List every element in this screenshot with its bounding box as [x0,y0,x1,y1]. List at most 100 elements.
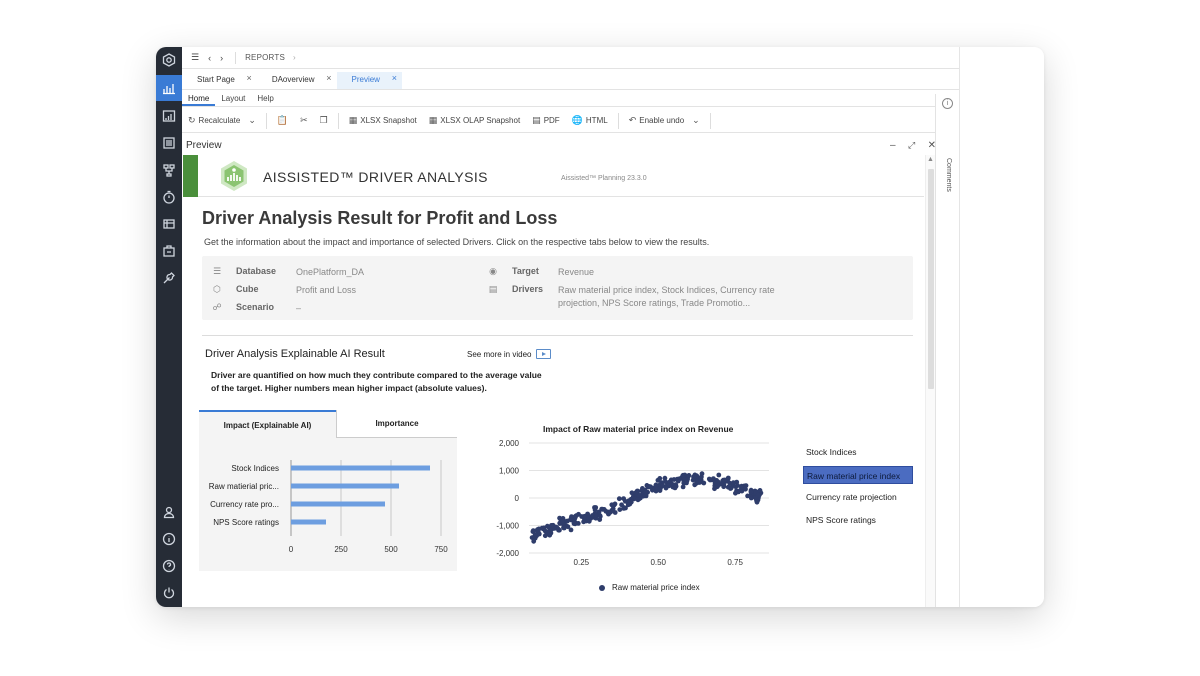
expand-icon[interactable]: ⤢ [908,140,915,151]
bar [291,465,430,471]
location-pin-icon: ◉ [489,266,497,276]
data-point [626,502,631,508]
video-link-label[interactable]: See more in video [467,350,531,359]
x-tick-label: 750 [434,545,448,554]
enable-undo-label: Enable undo [639,116,685,125]
close-icon[interactable]: × [392,73,397,83]
impact-panel: Impact (Explainable AI) Importance 0 250 5… [199,410,457,571]
driver-legend-item[interactable]: Stock Indices [803,443,913,461]
driver-legend-item[interactable]: Currency rate projection [803,488,913,506]
close-icon[interactable]: × [247,73,252,83]
logo-icon[interactable] [156,47,182,73]
comments-side-panel[interactable]: i Comments [935,94,960,607]
breadcrumb[interactable]: REPORTS [245,53,285,62]
series-marker-icon [599,584,605,591]
tab-importance[interactable]: Importance [336,410,457,438]
video-icon[interactable] [536,349,552,359]
x-tick-label: 500 [384,545,398,554]
section-title: Driver Analysis Explainable AI Result [205,348,385,360]
recalculate-button[interactable]: ↻ Recalculate ⌄ [182,115,262,126]
power-icon[interactable] [156,580,182,606]
forward-arrow-icon[interactable]: › [220,53,223,63]
xlsx-snapshot-button[interactable]: ▦ XLSX Snapshot [343,115,423,126]
data-point [755,492,761,498]
data-point [573,514,578,519]
timer-icon[interactable] [156,184,182,210]
data-point [592,507,598,513]
help-icon[interactable] [156,553,182,579]
tab-impact[interactable]: Impact (Explainable AI) [199,410,336,438]
copy-button[interactable]: ❐ [314,115,334,126]
drivers-icon: ▤ [488,284,498,294]
info-icon[interactable] [156,526,182,552]
pdf-button[interactable]: ▤ PDF [526,115,566,126]
chevron-down-icon[interactable]: ⌄ [692,115,700,126]
version-label: Aissisted™ Planning 23.3.0 [561,175,647,182]
back-arrow-icon[interactable]: ‹ [208,53,211,63]
aissisted-logo-icon [221,161,247,191]
wrench-icon[interactable] [156,265,182,291]
data-point [560,518,565,524]
data-point [539,525,545,531]
pdf-label: PDF [543,116,560,125]
menu-help[interactable]: Help [251,90,279,106]
scrollbar-thumb[interactable] [928,169,934,389]
analytics-icon[interactable] [156,75,182,101]
info-icon[interactable]: i [942,98,953,109]
scroll-up-icon[interactable]: ▲ [927,156,934,163]
reports-icon[interactable] [156,103,182,129]
enable-undo-button[interactable]: ↶ Enable undo ⌄ [623,115,706,126]
storage-icon[interactable] [156,211,182,237]
video-link[interactable]: See more in video [467,349,552,359]
list-icon[interactable] [156,130,182,156]
section-divider [202,335,913,336]
menu-layout[interactable]: Layout [215,90,251,106]
driver-legend: Stock Indices Raw material price index C… [803,443,913,533]
data-point [733,490,738,496]
comments-label[interactable]: Comments [945,158,952,192]
menu-home[interactable]: Home [182,90,216,106]
report-content: AISSISTED™ DRIVER ANALYSIS Aissisted™ Pl… [183,155,924,607]
description-line2: of the target. Higher numbers mean highe… [211,383,487,393]
banner-title: AISSISTED™ DRIVER ANALYSIS [263,169,488,185]
hamburger-menu-icon[interactable]: ☰ [191,52,199,63]
tab-daoverview[interactable]: DAoverview × [257,72,337,89]
cut-button[interactable]: ✂ [294,115,314,126]
data-point [531,538,537,544]
close-icon[interactable]: × [326,73,331,83]
data-point [745,493,750,499]
data-point [716,472,722,478]
category-label: Stock Indices [231,464,279,473]
info-cube: ⬡ Cube Profit and Loss [211,284,356,297]
scenario-icon: ☍ [212,302,222,312]
html-button[interactable]: 🌐 HTML [566,115,614,126]
panel-title: Preview [186,139,222,151]
data-point [544,529,550,535]
x-tick-label: 0.75 [727,558,743,567]
minimize-icon[interactable]: – [890,140,896,151]
data-point [722,477,728,483]
app-window: ☰ ‹ › REPORTS › Start Page × DAoverview … [156,47,1044,607]
paste-button[interactable]: 📋 [271,115,294,126]
xlsx-olap-snapshot-button[interactable]: ▦ XLSX OLAP Snapshot [423,115,526,126]
spreadsheet-icon: ▦ [348,115,358,125]
package-icon[interactable] [156,238,182,264]
tab-start-page[interactable]: Start Page × [182,72,257,89]
data-point [698,475,704,480]
hierarchy-icon[interactable] [156,157,182,183]
tab-preview[interactable]: Preview × [336,72,402,89]
driver-legend-item-selected[interactable]: Raw material price index [803,465,913,484]
category-label: Currency rate pro... [210,500,279,509]
data-point [571,521,577,526]
nav-rail [156,47,182,607]
user-icon[interactable] [156,499,182,525]
data-point [694,480,699,486]
report-heading: Driver Analysis Result for Profit and Lo… [202,208,558,228]
data-point [549,526,555,532]
category-label: Raw matierial pric... [209,482,279,491]
vertical-scrollbar[interactable]: ▲ [925,155,935,607]
x-tick-label: 250 [334,545,348,554]
driver-legend-item[interactable]: NPS Score ratings [803,511,913,529]
chevron-down-icon[interactable]: ⌄ [248,115,256,126]
ribbon-menu: Home Layout Help [182,90,959,107]
